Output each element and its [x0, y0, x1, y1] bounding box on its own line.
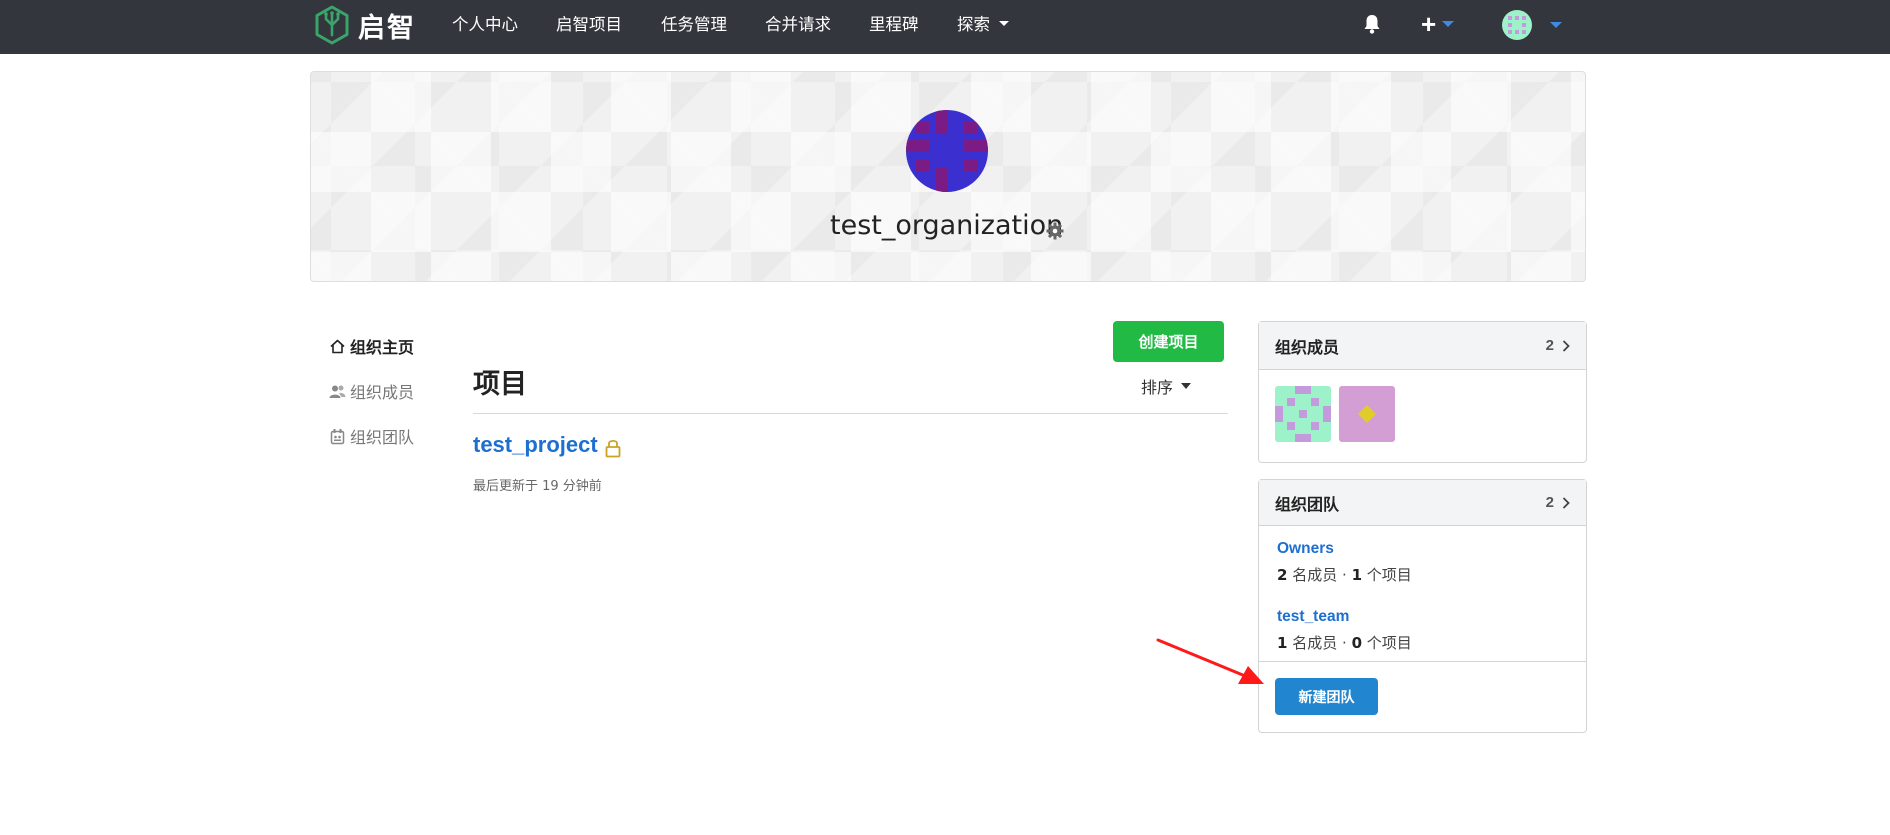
team-repos-unit: 个项目	[1366, 634, 1412, 652]
home-icon	[330, 339, 345, 353]
org-name: test_organization	[830, 210, 1064, 241]
user-menu[interactable]	[1502, 10, 1562, 40]
team-icon	[330, 428, 345, 444]
sort-label: 排序	[1141, 378, 1174, 397]
sidebar-item-members[interactable]: 组织成员	[329, 379, 414, 403]
teams-count: 2	[1546, 494, 1570, 511]
logo-icon	[315, 5, 349, 45]
lock-icon	[605, 439, 621, 458]
chevron-down-icon	[1181, 383, 1192, 389]
nav-item-tasks[interactable]: 任务管理	[661, 0, 727, 50]
team-name-link[interactable]: Owners	[1277, 540, 1412, 558]
nav-item-explore[interactable]: 探索	[957, 0, 1009, 50]
section-title: 项目	[473, 369, 527, 400]
team-members-count: 1	[1277, 634, 1288, 652]
team-members-unit: 名成员	[1292, 634, 1338, 652]
logo-text: 启智	[358, 12, 416, 44]
teams-card-header[interactable]: 组织团队 2	[1259, 480, 1586, 526]
team-item: test_team 1 名成员 · 0 个项目	[1277, 608, 1412, 653]
top-navbar: 启智 个人中心 启智项目 任务管理 合并请求 里程碑 探索 +	[0, 0, 1890, 54]
team-item: Owners 2 名成员 · 1 个项目	[1277, 540, 1412, 585]
explore-label: 探索	[957, 15, 990, 34]
nav-item-dashboard[interactable]: 个人中心	[452, 0, 518, 50]
member-avatar[interactable]	[1339, 386, 1395, 442]
sidebar-item-home[interactable]: 组织主页	[329, 334, 414, 358]
members-card-header[interactable]: 组织成员 2	[1259, 322, 1586, 370]
team-stats: 1 名成员 · 0 个项目	[1277, 632, 1412, 653]
member-avatar[interactable]	[1275, 386, 1331, 442]
chevron-right-icon	[1562, 496, 1570, 509]
plus-icon: +	[1421, 9, 1437, 39]
sidebar-item-teams[interactable]: 组织团队	[329, 424, 414, 448]
create-project-button[interactable]: 创建项目	[1113, 321, 1224, 362]
project-link[interactable]: test_project	[473, 432, 598, 458]
divider	[1259, 661, 1586, 662]
team-name-link[interactable]: test_team	[1277, 608, 1412, 626]
members-count-value: 2	[1545, 337, 1554, 354]
team-repos-count: 1	[1351, 566, 1363, 584]
sidebar-item-label: 组织主页	[350, 338, 415, 357]
users-icon	[329, 385, 346, 398]
chevron-down-icon	[1550, 22, 1562, 28]
bell-icon[interactable]	[1362, 13, 1382, 35]
sort-dropdown[interactable]: 排序	[1141, 374, 1192, 398]
team-members-unit: 名成员	[1292, 566, 1338, 584]
org-avatar	[906, 110, 988, 192]
team-stats-separator: ·	[1342, 566, 1347, 584]
logo[interactable]: 启智	[312, 5, 416, 45]
nav-item-milestones[interactable]: 里程碑	[869, 0, 919, 50]
members-count: 2	[1546, 337, 1570, 354]
teams-card-title: 组织团队	[1275, 494, 1340, 514]
team-stats: 2 名成员 · 1 个项目	[1277, 564, 1412, 585]
teams-card: 组织团队 2 Owners 2 名成员 · 1 个项目 test_team 1 …	[1258, 479, 1587, 733]
team-repos-unit: 个项目	[1366, 566, 1412, 584]
chevron-right-icon	[1562, 339, 1570, 352]
team-repos-count: 0	[1351, 634, 1363, 652]
create-menu[interactable]: +	[1421, 9, 1455, 39]
annotation-arrow-icon	[1156, 638, 1264, 684]
user-avatar	[1502, 10, 1532, 40]
nav-item-pulls[interactable]: 合并请求	[765, 0, 831, 50]
divider	[473, 413, 1228, 414]
gear-icon[interactable]	[1046, 222, 1064, 240]
sidebar-item-label: 组织成员	[350, 383, 415, 402]
chevron-down-icon	[1442, 21, 1455, 27]
team-stats-separator: ·	[1342, 634, 1347, 652]
new-team-button[interactable]: 新建团队	[1275, 678, 1378, 715]
chevron-down-icon	[999, 21, 1009, 26]
team-members-count: 2	[1277, 566, 1288, 584]
sidebar-item-label: 组织团队	[350, 428, 415, 447]
members-card-title: 组织成员	[1275, 337, 1340, 357]
teams-count-value: 2	[1545, 494, 1554, 511]
members-card: 组织成员 2	[1258, 321, 1587, 463]
project-updated-time: 最后更新于 19 分钟前	[473, 479, 602, 494]
nav-item-projects[interactable]: 启智项目	[556, 0, 622, 50]
members-avatars	[1259, 370, 1586, 462]
